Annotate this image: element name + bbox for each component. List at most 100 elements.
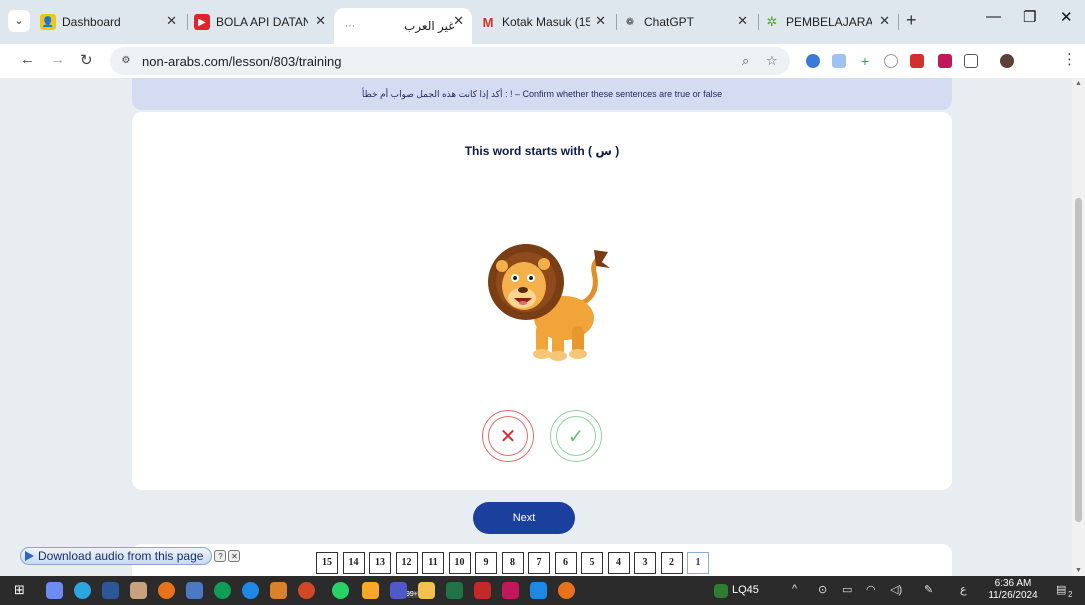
page-number-14[interactable]: 14 [342,552,365,574]
close-icon[interactable]: ✕ [737,13,748,29]
tab-gmail[interactable]: M Kotak Masuk (151) ✕ [480,8,614,36]
close-icon[interactable]: ✕ [453,13,464,29]
tab-bola-api[interactable]: ▶ BOLA API DATANG ✕ [194,8,334,36]
close-icon[interactable]: ✕ [879,13,890,29]
download-audio-button[interactable]: Download audio from this page [20,547,213,565]
extension-doc-icon[interactable] [832,54,846,68]
battery-icon[interactable]: ▭ [842,583,852,596]
extension-pink-icon[interactable] [938,54,952,68]
scroll-up-arrow-icon[interactable]: ▲ [1075,80,1082,87]
clock-date: 11/26/2024 [988,590,1038,601]
window-close-button[interactable]: ✕ [1060,8,1073,26]
page-number-4[interactable]: 4 [607,552,630,574]
app-icon[interactable] [130,582,147,599]
next-button[interactable]: Next [473,502,575,534]
page-number-8[interactable]: 8 [501,552,524,574]
tab-pembelajaran[interactable]: ✲ PEMBELAJARAN II ✕ [764,8,898,36]
page-number-2[interactable]: 2 [660,552,683,574]
sticky-notes-icon[interactable] [362,582,379,599]
powerpoint-icon[interactable] [298,582,315,599]
gmail-icon: M [482,14,494,30]
pen-icon[interactable]: ✎ [924,583,933,596]
page-number-11[interactable]: 11 [422,552,444,574]
audio-download-bar: Download audio from this page ? ✕ [20,546,272,566]
page-number-3[interactable]: 3 [634,552,656,574]
false-answer-button[interactable]: ✕ [482,410,534,462]
tab-dashboard[interactable]: 👤 Dashboard ✕ [40,8,185,36]
chrome-icon[interactable] [242,582,259,599]
tab-separator [758,14,759,30]
close-icon[interactable]: ✕ [595,13,606,29]
input-language[interactable]: ع [960,583,967,596]
close-icon[interactable]: ✕ [315,13,326,29]
url-text[interactable]: non-arabs.com/lesson/803/training [142,54,341,69]
menu-kebab-icon[interactable]: ⋮ [1062,50,1077,68]
page-number-9[interactable]: 9 [475,552,497,574]
tab-chatgpt[interactable]: ❁ ChatGPT ✕ [622,8,756,36]
word-icon[interactable] [102,582,119,599]
browser-toolbar: ← → ↻ ⚙ non-arabs.com/lesson/803/trainin… [0,44,1085,78]
address-bar[interactable]: ⚙ non-arabs.com/lesson/803/training ⌕ ☆ [110,47,790,75]
page-number-1[interactable]: 1 [687,552,709,574]
extensions-puzzle-icon[interactable] [964,54,978,68]
new-tab-button[interactable]: + [906,10,917,31]
scroll-thumb[interactable] [1075,198,1082,522]
teams-icon[interactable] [390,582,407,599]
close-icon[interactable]: ✕ [228,550,241,562]
telegram-icon[interactable] [74,582,91,599]
tab-separator [616,14,617,30]
chrome-icon[interactable] [214,582,231,599]
bookmark-star-icon[interactable]: ☆ [766,53,778,69]
stock-ticker[interactable]: LQ45 [732,584,759,596]
true-answer-button[interactable]: ✓ [550,410,602,462]
app-icon[interactable] [502,582,519,599]
scroll-down-arrow-icon[interactable]: ▼ [1075,567,1082,574]
app-icon[interactable] [474,582,491,599]
copilot-icon[interactable] [46,582,63,599]
wifi-icon[interactable]: ◠ [866,583,876,596]
page-number-7[interactable]: 7 [528,552,550,574]
back-arrow-icon[interactable]: ← [20,51,35,68]
restore-button[interactable]: ❐ [1023,8,1036,26]
site-settings-icon[interactable]: ⚙ [118,53,134,69]
page-number-6[interactable]: 6 [554,552,577,574]
page-number-13[interactable]: 13 [369,552,391,574]
stock-chart-icon[interactable] [714,584,728,598]
show-hidden-icons[interactable]: ^ [792,583,797,595]
photos-icon[interactable] [530,582,547,599]
extension-red-icon[interactable] [910,54,924,68]
page-number-12[interactable]: 12 [395,552,418,574]
help-icon[interactable]: ? [214,550,227,562]
app-icon[interactable] [186,582,203,599]
extension-globe-icon[interactable] [806,54,820,68]
extension-plus-icon[interactable]: + [858,54,872,68]
page-number-15[interactable]: 15 [316,552,338,574]
profile-avatar[interactable] [1000,54,1014,68]
notification-center-icon[interactable]: ▤ [1056,583,1066,596]
tab-non-arabs[interactable]: ⋯ غير العرب ✕ [334,8,472,44]
extension-drive-icon[interactable] [884,54,898,68]
question-text: This word starts with ( س ) [464,144,620,158]
app-icon[interactable] [270,582,287,599]
gear-icon: ✲ [766,14,778,29]
volume-icon[interactable]: ◁) [890,583,902,596]
reload-icon[interactable]: ↻ [80,51,93,69]
tab-search-button[interactable]: ⌄ [8,10,30,32]
page-scrollbar[interactable]: ▲ ▼ [1072,78,1085,576]
whatsapp-icon[interactable] [332,582,349,599]
youtube-icon: ▶ [194,14,210,30]
page-number-5[interactable]: 5 [581,552,603,574]
file-explorer-icon[interactable] [418,582,435,599]
close-icon[interactable]: ✕ [166,13,177,29]
minimize-button[interactable]: — [986,8,1001,25]
excel-icon[interactable] [446,582,463,599]
page-number-10[interactable]: 10 [448,552,471,574]
chrome-icon[interactable] [158,582,175,599]
system-clock[interactable]: 6:36 AM 11/26/2024 [982,578,1044,602]
meet-icon[interactable]: ⊙ [818,583,827,596]
tab-label: Kotak Masuk (151) [502,15,590,29]
forward-arrow-icon[interactable]: → [50,51,65,68]
zoom-icon[interactable]: ⌕ [742,53,749,69]
chrome-icon[interactable] [558,582,575,599]
windows-start-icon[interactable]: ⊞ [14,582,25,598]
